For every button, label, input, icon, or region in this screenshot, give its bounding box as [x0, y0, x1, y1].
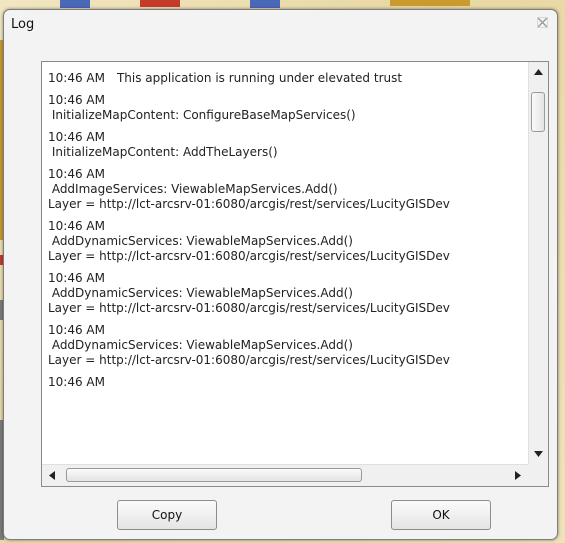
- log-message: AddDynamicServices: ViewableMapServices.…: [48, 234, 353, 248]
- log-entry-line: 10:46 AM This application is running unde…: [48, 71, 528, 86]
- log-timestamp: 10:46 AM: [48, 93, 105, 107]
- log-timestamp: 10:46 AM: [48, 323, 105, 337]
- log-message: Layer = http://lct-arcsrv-01:6080/arcgis…: [48, 249, 450, 263]
- scroll-right-button[interactable]: [508, 465, 528, 486]
- map-road: [390, 0, 470, 6]
- log-timestamp: 10:46 AM: [48, 219, 105, 233]
- close-icon[interactable]: [537, 17, 548, 28]
- log-timestamp: 10:46 AM: [48, 167, 105, 181]
- log-entry: 10:46 AM AddDynamicServices: ViewableMap…: [48, 323, 528, 368]
- log-message: AddDynamicServices: ViewableMapServices.…: [48, 286, 353, 300]
- log-message: AddDynamicServices: ViewableMapServices.…: [48, 338, 353, 352]
- scrollbar-corner: [528, 464, 548, 486]
- vertical-scrollbar[interactable]: [528, 62, 548, 464]
- scroll-left-button[interactable]: [42, 465, 62, 486]
- arrow-left-icon: [49, 471, 55, 480]
- log-message: AddImageServices: ViewableMapServices.Ad…: [48, 182, 338, 196]
- log-panel[interactable]: 10:46 AM This application is running unde…: [41, 61, 549, 487]
- log-entries: 10:46 AM This application is running unde…: [48, 71, 528, 397]
- log-entry: 10:46 AM InitializeMapContent: Configure…: [48, 93, 528, 123]
- log-entry: 10:46 AM AddDynamicServices: ViewableMap…: [48, 219, 528, 264]
- arrow-down-icon: [534, 451, 543, 457]
- log-timestamp: 10:46 AM: [48, 271, 105, 285]
- log-dialog: Log 10:46 AM This application is running …: [3, 9, 558, 540]
- log-message: Layer = http://lct-arcsrv-01:6080/arcgis…: [48, 197, 450, 211]
- arrow-up-icon: [534, 69, 543, 75]
- log-entry: 10:46 AM InitializeMapContent: AddTheLay…: [48, 130, 528, 160]
- dialog-title: Log: [11, 17, 35, 32]
- map-road: [60, 0, 90, 8]
- log-message: Layer = http://lct-arcsrv-01:6080/arcgis…: [48, 301, 450, 315]
- log-entry: 10:46 AM AddImageServices: ViewableMapSe…: [48, 167, 528, 212]
- scroll-down-button[interactable]: [529, 444, 548, 464]
- vertical-scroll-thumb[interactable]: [531, 92, 545, 132]
- log-timestamp: 10:46 AM: [48, 71, 105, 85]
- log-entry: 10:46 AM AddDynamicServices: ViewableMap…: [48, 271, 528, 316]
- horizontal-scrollbar[interactable]: [42, 464, 528, 486]
- map-road: [250, 0, 280, 8]
- log-message: This application is running under elevat…: [116, 71, 403, 85]
- ok-button[interactable]: OK: [391, 500, 491, 530]
- map-road: [140, 0, 180, 7]
- log-entry: 10:46 AM: [48, 375, 528, 390]
- log-message: InitializeMapContent: ConfigureBaseMapSe…: [48, 108, 356, 122]
- copy-button[interactable]: Copy: [117, 500, 217, 530]
- log-message: Layer = http://lct-arcsrv-01:6080/arcgis…: [48, 353, 450, 367]
- log-timestamp: 10:46 AM: [48, 375, 105, 389]
- log-entry: 10:46 AM This application is running unde…: [48, 71, 528, 86]
- horizontal-scroll-thumb[interactable]: [66, 468, 362, 482]
- log-text-area[interactable]: 10:46 AM This application is running unde…: [42, 62, 528, 464]
- scroll-up-button[interactable]: [529, 62, 548, 82]
- arrow-right-icon: [515, 471, 521, 480]
- log-message: InitializeMapContent: AddTheLayers(): [48, 145, 278, 159]
- log-timestamp: 10:46 AM: [48, 130, 105, 144]
